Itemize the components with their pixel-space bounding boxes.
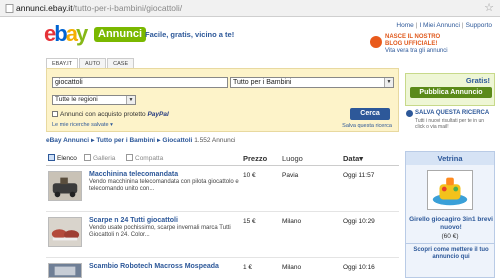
breadcrumb: eBay Annunci ▸ Tutto per i Bambini ▸ Giocatt… (46, 136, 235, 144)
search-input[interactable]: giocattoli (52, 77, 228, 88)
view-list-label: Elenco (57, 155, 77, 162)
paypal-checkbox[interactable] (52, 111, 58, 117)
column-date-label: Data (343, 154, 360, 163)
column-date[interactable]: Data▾ (343, 154, 363, 163)
tab-auto[interactable]: AUTO (78, 58, 107, 68)
support-link[interactable]: Supporto (466, 22, 492, 29)
url-host: annunci.ebay.it (16, 3, 73, 13)
region-select-value: Tutte le regioni (55, 96, 98, 103)
browser-url-bar[interactable]: annunci.ebay.it/tutto-per-i-bambini/gioc… (0, 0, 500, 17)
breadcrumb-subcategory[interactable]: Giocattoli (162, 137, 192, 144)
save-search-box[interactable]: SALVA QUESTA RICERCA Tutti i nuovi risul… (405, 110, 495, 136)
vetrina-item-image[interactable] (427, 170, 473, 210)
blog-line-1: NASCE IL NOSTRO (385, 34, 441, 40)
listing-title[interactable]: Scarpe n 24 Tutti giocattoli (89, 217, 178, 224)
search-panel: giocattoli Tutto per i Bambini ▼ Tutte l… (46, 68, 399, 132)
view-gallery[interactable]: Galleria (84, 154, 115, 162)
ebay-logo-text: ebay (44, 21, 88, 46)
blog-line-3: Vita vera tra gli annunci (385, 48, 448, 54)
view-compact-label: Compatta (135, 155, 164, 162)
column-place: Luogo (282, 154, 303, 163)
publish-ad-button[interactable]: Pubblica Annuncio (410, 87, 492, 98)
save-search-title: SALVA QUESTA RICERCA (415, 110, 490, 116)
listing-thumbnail[interactable] (48, 217, 82, 247)
top-links: Home | I Miei Annunci | Supporto (396, 22, 492, 29)
listing-price: 1 € (243, 264, 253, 271)
vetrina-box: Vetrina Girello giocagiro 3in1 brevi nuo… (405, 151, 495, 278)
tab-case[interactable]: CASE (107, 58, 135, 68)
listing-price: 15 € (243, 218, 256, 225)
column-price[interactable]: Prezzo (243, 154, 267, 163)
bookmark-star-icon[interactable]: ☆ (484, 2, 494, 14)
saved-searches-link[interactable]: Le mie ricerche salvate ▾ (52, 122, 113, 128)
category-select-value: Tutto per i Bambini (233, 79, 292, 86)
listing-thumbnail[interactable] (48, 171, 82, 201)
page-icon (5, 4, 14, 13)
vetrina-divider (406, 243, 494, 244)
listing-date: Oggi 11:57 (343, 172, 375, 179)
breadcrumb-root[interactable]: eBay Annunci (46, 137, 89, 144)
save-search-link[interactable]: Salva questa ricerca (342, 123, 392, 129)
gallery-view-icon (84, 154, 91, 161)
vetrina-item-price: (60 €) (441, 233, 459, 240)
listing-place: Milano (282, 264, 302, 271)
vetrina-promo-link[interactable]: Scopri come mettere il tuo annuncio qui (409, 247, 493, 261)
paypal-filter-label: Annunci con acquisto protetto (60, 111, 146, 118)
vetrina-item-title[interactable]: Girello giocagiro 3in1 brevi nuovo! (409, 216, 493, 232)
view-compact[interactable]: Compatta (126, 154, 163, 162)
listing-title[interactable]: Macchinina telecomandata (89, 171, 178, 178)
my-ads-link[interactable]: I Miei Annunci (419, 22, 459, 29)
url-text[interactable]: annunci.ebay.it/tutto-per-i-bambini/gioc… (16, 3, 182, 14)
view-list[interactable]: Elenco (48, 154, 77, 162)
listing-date: Oggi 10:29 (343, 218, 375, 225)
category-select[interactable]: Tutto per i Bambini ▼ (230, 77, 394, 88)
site-tabs: EBAY.IT AUTO CASE (46, 58, 135, 68)
paypal-filter[interactable]: Annunci con acquisto protetto PayPal (52, 111, 169, 118)
breadcrumb-category[interactable]: Tutto per i Bambini (96, 137, 155, 144)
sort-desc-icon: ▾ (359, 154, 364, 163)
gratis-label: Gratis! (465, 76, 490, 85)
breadcrumb-arrow-icon: ▸ (91, 137, 95, 144)
tagline: Facile, gratis, vicino a te! (145, 30, 235, 39)
search-button[interactable]: Cerca (350, 108, 390, 120)
listing-thumbnail[interactable] (48, 263, 82, 278)
vetrina-title: Vetrina (406, 152, 494, 165)
listing-price: 10 € (243, 172, 256, 179)
results-header: Elenco Galleria Compatta Prezzo Luogo Da… (46, 151, 399, 166)
save-search-subtitle: Tutti i nuovi risultati per te in un cli… (415, 118, 485, 130)
ebay-annunci-logo[interactable]: ebay Annunci (44, 21, 146, 51)
blog-line-2: BLOG UFFICIALE! (385, 41, 438, 47)
listing-date: Oggi 10:16 (343, 264, 375, 271)
home-link[interactable]: Home (396, 22, 413, 29)
compact-view-icon (126, 154, 133, 161)
listing-row[interactable]: Scarpe n 24 Tutti giocattoli Vendo usate… (46, 213, 399, 258)
blog-icon (370, 36, 382, 48)
tab-ebay[interactable]: EBAY.IT (46, 58, 78, 68)
paypal-logo: PayPal (147, 111, 169, 118)
list-view-icon (48, 154, 55, 161)
bell-icon (406, 110, 413, 117)
listing-row[interactable]: Scambio Robotech Macross Mospeada 1 € Mi… (46, 259, 399, 278)
listing-description: Vendo macchinina telecomandata con pilot… (89, 179, 239, 192)
breadcrumb-arrow-icon: ▸ (157, 137, 161, 144)
site-header: ebay Annunci Facile, gratis, vicino a te… (0, 17, 500, 57)
region-select[interactable]: Tutte le regioni ▼ (52, 95, 136, 105)
publish-box: Gratis! Pubblica Annuncio (405, 73, 495, 106)
listing-title[interactable]: Scambio Robotech Macross Mospeada (89, 263, 219, 270)
listing-place: Milano (282, 218, 302, 225)
blog-promo[interactable]: NASCE IL NOSTRO BLOG UFFICIALE! Vita vera… (370, 34, 495, 56)
listing-place: Pavia (282, 172, 299, 179)
view-gallery-label: Galleria (93, 155, 116, 162)
listing-row[interactable]: Macchinina telecomandata Vendo macchinin… (46, 167, 399, 212)
annunci-badge: Annunci (94, 27, 146, 42)
breadcrumb-count: 1.552 Annunci (194, 137, 236, 144)
chevron-down-icon: ▼ (384, 78, 393, 87)
url-path: /tutto-per-i-bambini/giocattoli/ (72, 3, 183, 13)
chevron-down-icon: ▼ (126, 96, 135, 104)
listing-description: Vendo usate pochissimo, scarpe invernali… (89, 225, 231, 238)
